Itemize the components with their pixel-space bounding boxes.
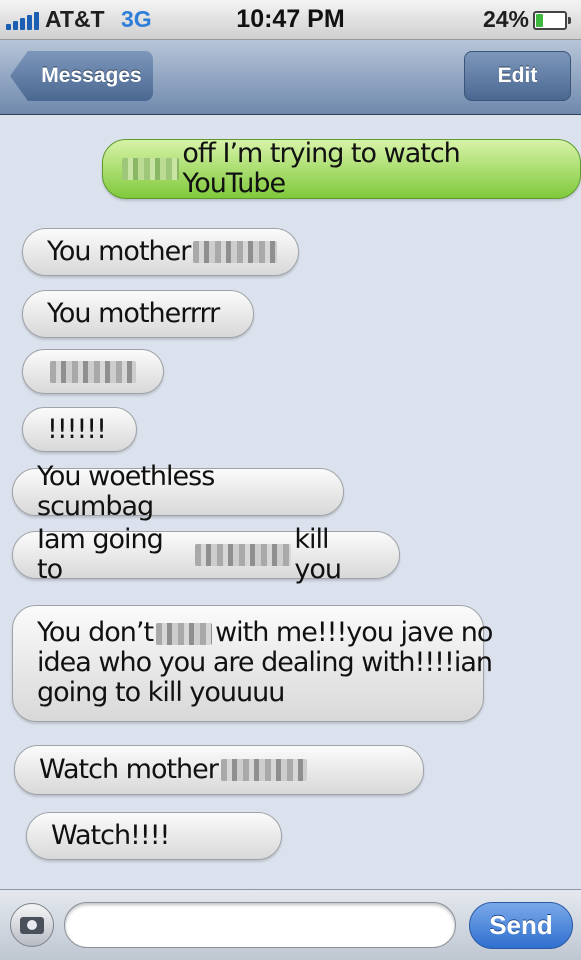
redacted-word (156, 622, 213, 645)
battery-level (536, 14, 544, 27)
message-text: kill you (294, 524, 342, 585)
message-text-line-3: going to kill youuuu (37, 677, 285, 708)
redacted-word (220, 759, 307, 781)
send-button[interactable]: Send (469, 902, 573, 949)
message-text: off I’m trying to watch YouTube (182, 138, 460, 199)
message-text: !!!!!! (47, 413, 107, 445)
message-text: with me!!!you jave no (215, 617, 493, 648)
message-text: Watch mother (39, 754, 219, 785)
message-bubble-incoming[interactable]: You mother (22, 228, 300, 276)
message-bubble-incoming[interactable]: !!!!!! (22, 407, 137, 452)
status-bar: AT&T 3G 10:47 PM 24% (0, 0, 581, 40)
message-bubble-incoming[interactable]: You don’t with me!!!you jave no idea who … (12, 605, 493, 722)
message-bubble-incoming[interactable]: You motherrrr (22, 290, 254, 338)
redacted-word (195, 544, 292, 566)
navigation-bar: Messages Edit (0, 40, 581, 115)
message-text: Watch!!!! (51, 820, 170, 851)
camera-icon[interactable] (10, 903, 54, 947)
redacted-word (193, 241, 278, 263)
message-bubble-incoming[interactable]: You woethless scumbag (12, 462, 344, 522)
message-text: You don’t (37, 617, 154, 648)
message-bubble-incoming[interactable]: Iam going to kill you (12, 525, 400, 585)
compose-bar: Send (0, 889, 581, 960)
message-text-line-2: idea who you are dealing with!!!!ian (37, 647, 493, 678)
battery-percent: 24% (482, 6, 529, 32)
message-bubble-outgoing[interactable]: off I’m trying to watch YouTube (102, 139, 581, 199)
message-text: You motherrrr (47, 298, 220, 329)
message-text: You mother (47, 236, 191, 267)
message-bubble-incoming[interactable]: Watch mother (14, 745, 424, 795)
back-button-label: Messages (41, 64, 142, 87)
message-bubble-incoming[interactable]: Watch!!!! (26, 812, 282, 860)
message-text: You woethless scumbag (37, 461, 215, 522)
message-bubble-incoming[interactable] (22, 349, 164, 394)
edit-button[interactable]: Edit (464, 51, 571, 101)
redacted-word (50, 360, 136, 383)
redacted-word (122, 158, 180, 180)
message-text: Iam going to (37, 524, 164, 585)
battery-icon (533, 11, 571, 30)
message-input[interactable] (64, 902, 456, 948)
back-button-messages[interactable]: Messages (10, 51, 153, 101)
